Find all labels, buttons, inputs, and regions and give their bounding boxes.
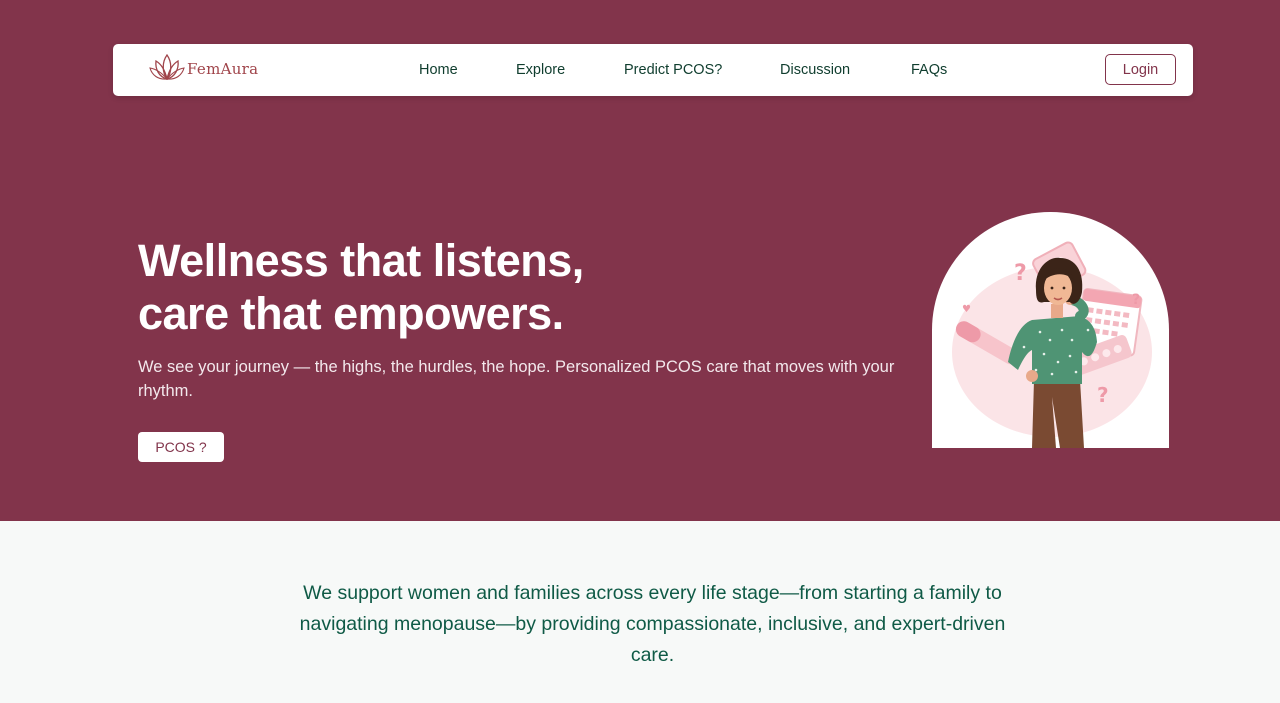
nav-home-link[interactable]: Home [419, 62, 458, 78]
woman-thinking-illustration: ? ? ? ♥ [952, 241, 1152, 448]
logo[interactable]: FemAura [149, 53, 258, 85]
nav-discussion-link[interactable]: Discussion [780, 62, 850, 78]
hero-section: FemAura Home Explore Predict PCOS? Discu… [0, 0, 1280, 521]
mission-statement: We support women and families across eve… [299, 582, 1006, 666]
hero-subtext: We see your journey — the highs, the hur… [138, 358, 895, 400]
svg-text:?: ? [1097, 383, 1109, 407]
svg-text:♥: ♥ [962, 304, 971, 315]
lotus-icon [149, 52, 185, 87]
hero-headline-line1: Wellness that listens, [138, 235, 584, 286]
hero-headline: Wellness that listens, care that empower… [138, 234, 584, 340]
svg-text:?: ? [1014, 261, 1027, 286]
hero-headline-line2: care that empowers. [138, 288, 564, 339]
nav-faqs-link[interactable]: FAQs [911, 62, 947, 78]
login-button[interactable]: Login [1105, 54, 1176, 85]
svg-text:?: ? [1132, 292, 1140, 308]
pcos-cta-button[interactable]: PCOS ? [138, 432, 224, 462]
brand-name: FemAura [187, 60, 259, 78]
navbar: FemAura Home Explore Predict PCOS? Discu… [113, 44, 1193, 96]
nav-explore-link[interactable]: Explore [516, 62, 565, 78]
nav-predict-pcos-link[interactable]: Predict PCOS? [624, 62, 722, 78]
hero-illustration: ? ? ? ♥ [932, 212, 1169, 448]
